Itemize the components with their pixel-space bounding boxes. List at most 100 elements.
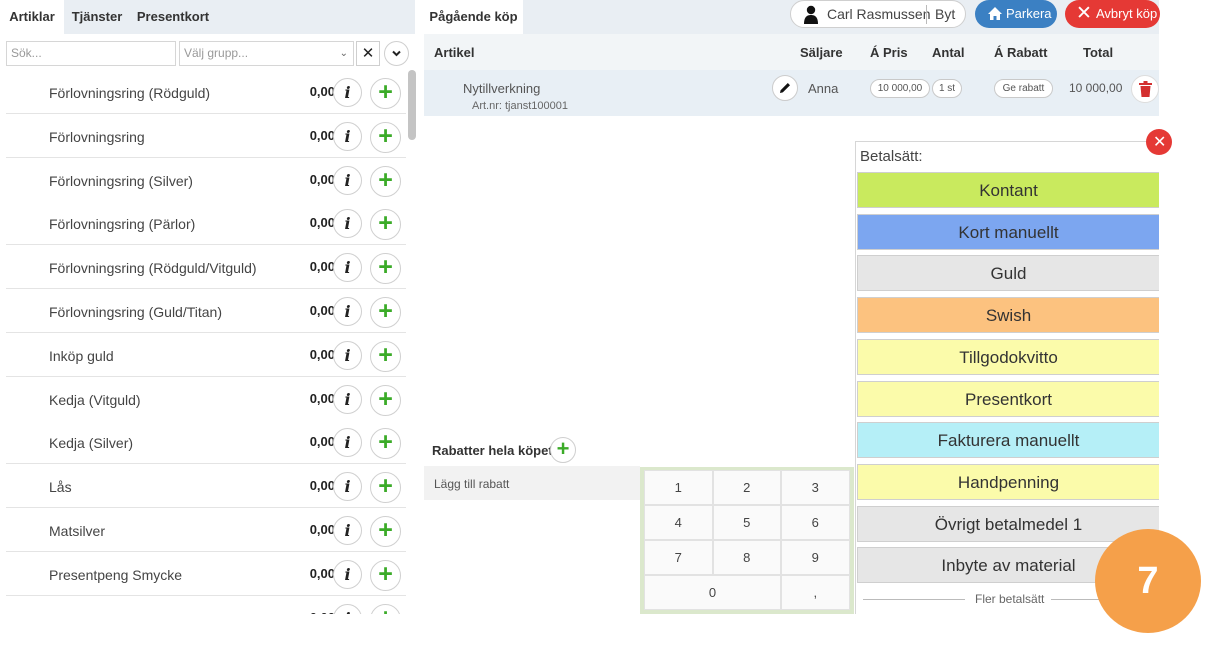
numpad-key-6[interactable]: 6 — [781, 505, 850, 540]
info-button[interactable]: i — [333, 472, 362, 502]
payment-method-button[interactable]: Fakturera manuellt — [857, 422, 1159, 459]
column-quantity: Antal — [932, 45, 965, 60]
payment-method-button[interactable]: Swish — [857, 297, 1159, 334]
add-to-cart-button[interactable]: + — [370, 297, 401, 328]
numpad-key-1[interactable]: 1 — [644, 470, 713, 505]
product-row[interactable]: Kedja (Vitguld) 0,00 i + — [6, 376, 406, 421]
product-row[interactable]: Lås 0,00 i + — [6, 464, 406, 509]
group-select[interactable]: Välj grupp... ⌄ — [179, 41, 354, 66]
info-button[interactable]: i — [333, 559, 362, 589]
numpad-key-3[interactable]: 3 — [781, 470, 850, 505]
info-button[interactable]: i — [333, 516, 362, 545]
info-button[interactable]: i — [333, 603, 362, 614]
add-to-cart-button[interactable]: + — [370, 253, 401, 285]
product-row[interactable]: Förlovningsring (Rödguld) 0,00 i + — [6, 70, 406, 114]
switch-user-button[interactable]: Byt — [935, 1, 955, 28]
info-button[interactable]: i — [333, 384, 362, 414]
product-row[interactable]: Förlovningsring (Pärlor) 0,00 i + — [6, 201, 406, 246]
product-row[interactable]: 0,00i + — [6, 595, 406, 614]
park-button[interactable]: Parkera — [975, 0, 1057, 28]
divider — [863, 599, 965, 600]
delete-item-button[interactable] — [1131, 75, 1159, 103]
numpad-key-4[interactable]: 4 — [644, 505, 713, 540]
clear-filter-button[interactable]: ✕ — [356, 41, 380, 66]
more-payment-methods-label: Fler betalsätt — [975, 592, 1045, 606]
payment-method-button[interactable]: Kontant — [857, 172, 1159, 208]
info-button[interactable]: i — [333, 340, 362, 370]
product-name: Kedja (Vitguld) — [49, 391, 141, 408]
add-to-cart-button[interactable]: + — [370, 165, 401, 197]
add-to-cart-button[interactable]: + — [370, 121, 401, 153]
search-input[interactable]: Sök... — [6, 41, 176, 66]
payment-method-button[interactable]: Kort manuellt — [857, 213, 1159, 250]
column-seller: Säljare — [800, 45, 843, 60]
give-discount-button[interactable]: Ge rabatt — [994, 79, 1053, 98]
numpad-key-8[interactable]: 8 — [712, 540, 781, 575]
cart-table-header: Artikel Säljare Á Pris Antal Á Rabatt To… — [424, 34, 1159, 70]
product-price: 0,00 — [309, 478, 335, 494]
add-discount-row[interactable]: Lägg till rabatt — [424, 466, 640, 500]
payment-method-button[interactable]: Guld — [857, 255, 1159, 292]
product-price: 0,00 — [309, 303, 335, 318]
product-price: 0,00 — [309, 171, 335, 187]
product-name: Förlovningsring (Silver) — [49, 172, 193, 189]
tab-current-purchase[interactable]: Pågående köp — [424, 0, 523, 34]
numpad-key-9[interactable]: 9 — [781, 540, 850, 575]
product-row[interactable]: Matsilver 0,00 i + — [6, 508, 406, 552]
cart-item-price[interactable]: 10 000,00 — [870, 79, 930, 98]
info-button[interactable]: i — [333, 78, 362, 107]
add-to-cart-button[interactable]: + — [370, 603, 401, 614]
add-to-cart-button[interactable]: + — [370, 78, 401, 109]
tab-articles[interactable]: Artiklar — [0, 0, 64, 34]
payment-method-button[interactable]: Tillgodokvitto — [857, 338, 1159, 375]
info-button[interactable]: i — [333, 209, 362, 239]
info-button[interactable]: i — [333, 121, 362, 151]
payment-method-button[interactable]: Övrigt betalmedel 1 — [857, 505, 1159, 542]
info-button[interactable]: i — [333, 253, 362, 283]
payment-method-button[interactable]: Handpenning — [857, 463, 1159, 500]
expand-button[interactable] — [384, 41, 409, 66]
numpad-key-2[interactable]: 2 — [712, 470, 781, 505]
pencil-icon — [780, 83, 790, 93]
product-name: Presentpeng Smycke — [49, 566, 183, 583]
product-price: 0,00 — [310, 596, 335, 614]
product-row[interactable]: Förlovningsring (Silver) 0,00 i + — [6, 157, 406, 202]
user-selector[interactable]: Carl Rasmussen Byt — [790, 0, 966, 28]
add-to-cart-button[interactable]: + — [370, 428, 401, 460]
info-button[interactable]: i — [333, 165, 362, 195]
add-to-cart-button[interactable]: + — [370, 209, 401, 241]
add-to-cart-button[interactable]: + — [370, 472, 401, 504]
info-button[interactable]: i — [333, 297, 362, 326]
product-list-scrollbar[interactable] — [408, 70, 416, 140]
close-icon: ✕ — [1076, 3, 1092, 24]
product-price: 0,00 — [309, 346, 335, 362]
add-to-cart-button[interactable]: + — [370, 516, 401, 547]
product-row[interactable]: Förlovningsring (Rödguld/Vitguld) 0,00 i + — [6, 245, 406, 290]
numpad-key-5[interactable]: 5 — [712, 505, 781, 540]
cart-item-quantity[interactable]: 1 st — [932, 79, 962, 98]
add-to-cart-button[interactable]: + — [370, 559, 401, 591]
product-row[interactable]: Presentpeng Smycke 0,00 i + — [6, 551, 406, 596]
edit-item-button[interactable] — [772, 75, 798, 101]
tab-gift-cards[interactable]: Presentkort — [130, 0, 216, 34]
numpad-key-comma[interactable]: , — [781, 575, 850, 610]
tab-services[interactable]: Tjänster — [64, 0, 130, 34]
cart-row[interactable]: Nytillverkning Art.nr: tjanst100001 Anna… — [424, 70, 1159, 116]
product-tabs: Artiklar Tjänster Presentkort — [0, 0, 415, 34]
add-order-discount-button[interactable]: + — [550, 437, 576, 463]
close-payment-panel-button[interactable]: ✕ — [1146, 129, 1172, 155]
product-row[interactable]: Förlovningsring 0,00 i + — [6, 113, 406, 158]
add-to-cart-button[interactable]: + — [370, 340, 401, 372]
cart-item-seller[interactable]: Anna — [808, 81, 838, 96]
product-row[interactable]: Inköp guld 0,00 i + — [6, 332, 406, 377]
product-row[interactable]: Kedja (Silver) 0,00 i + — [6, 420, 406, 465]
column-unit-discount: Á Rabatt — [994, 45, 1048, 60]
numpad-key-0[interactable]: 0 — [644, 575, 781, 610]
numpad-key-7[interactable]: 7 — [644, 540, 713, 575]
info-button[interactable]: i — [333, 428, 362, 458]
payment-method-button[interactable]: Presentkort — [857, 380, 1159, 417]
abort-purchase-button[interactable]: ✕ Avbryt köp — [1065, 0, 1160, 28]
product-row[interactable]: Förlovningsring (Guld/Titan) 0,00 i + — [6, 289, 406, 333]
add-to-cart-button[interactable]: + — [370, 384, 401, 416]
product-price: 0,00 — [309, 84, 335, 99]
